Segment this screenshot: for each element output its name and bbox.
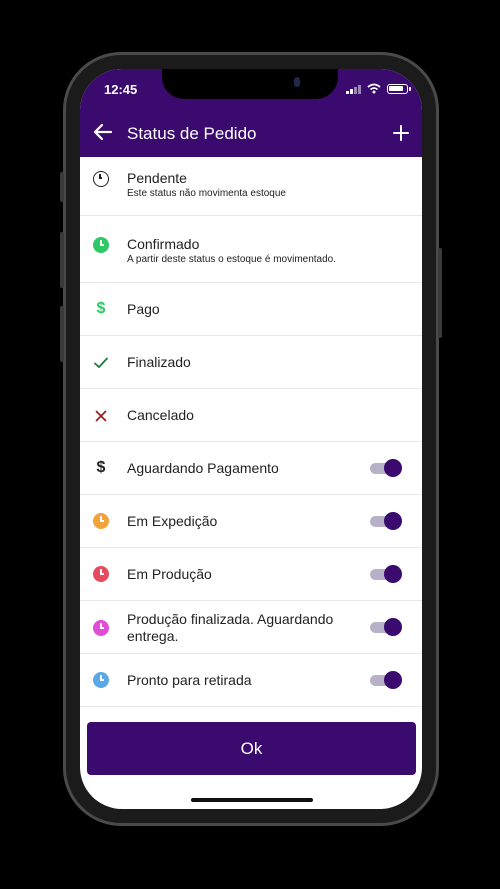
status-toggle[interactable] <box>370 671 402 689</box>
toggle-knob <box>384 618 402 636</box>
ok-button[interactable]: Ok <box>87 722 416 775</box>
status-label: Confirmado <box>127 236 200 252</box>
dollar-icon: $ <box>96 459 106 476</box>
status-toggle[interactable] <box>370 618 402 636</box>
status-label: Em Expedição <box>127 513 218 529</box>
camera-icon <box>294 77 300 87</box>
add-status-button[interactable] <box>392 119 410 148</box>
status-row-pronto-para-retirada[interactable]: Pronto para retirada <box>80 654 422 707</box>
volume-down-button <box>60 306 64 362</box>
status-label: Pendente <box>127 170 187 186</box>
clock-filled-icon <box>93 237 109 253</box>
status-toggle[interactable] <box>370 512 402 530</box>
clock-filled-icon <box>93 672 109 688</box>
plus-icon <box>393 125 409 141</box>
status-row-em-producao[interactable]: Em Produção <box>80 548 422 601</box>
status-label: Aguardando Pagamento <box>127 460 279 476</box>
clock-filled-icon <box>93 620 109 636</box>
status-row-aguardando-pagamento[interactable]: $ Aguardando Pagamento <box>80 442 422 495</box>
status-bar: 12:45 <box>80 69 422 111</box>
phone-screen: 12:45 Status de Pedido Pendente Este sta… <box>80 69 422 809</box>
status-toggle[interactable] <box>370 565 402 583</box>
home-indicator[interactable] <box>191 798 313 802</box>
page-title: Status de Pedido <box>127 124 257 143</box>
close-icon <box>95 410 107 422</box>
status-row-pendente[interactable]: Pendente Este status não movimenta estoq… <box>80 157 422 216</box>
signal-icon <box>346 84 361 94</box>
status-icons <box>346 83 411 94</box>
status-row-finalizado[interactable]: Finalizado <box>80 336 422 389</box>
arrow-left-icon <box>93 123 113 141</box>
clock-filled-icon <box>93 513 109 529</box>
toggle-knob <box>384 512 402 530</box>
status-label: Cancelado <box>127 407 194 423</box>
status-description: Este status não movimenta estoque <box>127 188 286 199</box>
check-icon <box>94 357 108 369</box>
status-label: Em Produção <box>127 566 212 582</box>
power-button <box>438 248 442 338</box>
status-time: 12:45 <box>104 82 138 97</box>
back-button[interactable] <box>92 121 118 147</box>
status-row-pago[interactable]: $ Pago <box>80 283 422 336</box>
app-bar: Status de Pedido <box>80 111 422 157</box>
clock-outline-icon <box>93 171 109 187</box>
toggle-knob <box>384 565 402 583</box>
status-label: Pronto para retirada <box>127 672 252 688</box>
clock-filled-icon <box>93 566 109 582</box>
toggle-knob <box>384 671 402 689</box>
status-row-confirmado[interactable]: Confirmado A partir deste status o estoq… <box>80 216 422 283</box>
status-description: A partir deste status o estoque é movime… <box>127 254 337 265</box>
dollar-icon: $ <box>96 300 106 317</box>
status-label: Finalizado <box>127 354 191 370</box>
status-row-em-expedicao[interactable]: Em Expedição <box>80 495 422 548</box>
silent-switch <box>60 172 64 202</box>
status-row-cancelado[interactable]: Cancelado <box>80 389 422 442</box>
wifi-icon <box>367 83 381 94</box>
volume-up-button <box>60 232 64 288</box>
status-list: Pendente Este status não movimenta estoq… <box>80 157 422 707</box>
battery-icon <box>387 83 411 94</box>
status-label: Produção finalizada. Aguardando entrega. <box>127 611 334 644</box>
status-label: Pago <box>127 301 160 317</box>
toggle-knob <box>384 459 402 477</box>
status-row-producao-finalizada[interactable]: Produção finalizada. Aguardando entrega. <box>80 601 422 654</box>
notch <box>162 69 338 99</box>
status-toggle[interactable] <box>370 459 402 477</box>
